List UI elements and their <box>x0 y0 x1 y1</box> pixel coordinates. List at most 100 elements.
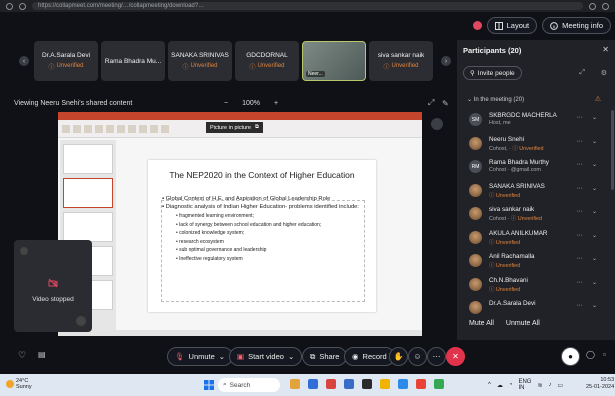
annotate-icon[interactable]: ✎ <box>442 99 449 108</box>
participant-row[interactable]: Dr.A.Sarala Devi ⋯ ⌄ <box>465 298 611 322</box>
participant-actions[interactable]: ⋯ ⌄ <box>576 279 601 286</box>
slide-thumb[interactable] <box>63 212 113 242</box>
zoom-out-button[interactable]: − <box>224 100 228 107</box>
unmute-label: Unmute <box>188 352 215 361</box>
more-icon: ⋯ <box>432 352 441 361</box>
participant-row[interactable]: AKULA ANILKUMAR ⓘ Unverified ⋯ ⌄ <box>465 228 611 252</box>
layout-button[interactable]: Layout <box>486 17 538 34</box>
caption-icon[interactable]: ▤ <box>38 350 46 359</box>
leave-meeting-button[interactable]: ✕ <box>446 347 465 366</box>
participant-row[interactable]: Anil Rachamalla ⓘ Unverified ⋯ ⌄ <box>465 251 611 275</box>
participant-tile[interactable]: Dr.A.Sarala Devi ⓘ Unverified <box>34 41 98 81</box>
reactions-icon[interactable] <box>20 247 28 255</box>
volume-icon[interactable]: ♪ <box>549 382 552 388</box>
warning-icon: ⚠ <box>594 96 601 103</box>
tiles-next-icon[interactable]: › <box>441 56 451 66</box>
participant-tile[interactable]: SANAKA SRINIVAS ⓘ Unverified <box>168 41 232 81</box>
meeting-info-button[interactable]: Meeting info <box>542 17 611 34</box>
zoom-in-button[interactable]: + <box>274 100 278 107</box>
header-controls: Layout Meeting info <box>472 17 611 34</box>
chat-icon[interactable]: ◯ <box>586 350 595 359</box>
participants-button[interactable]: ● <box>561 347 580 366</box>
participant-actions[interactable]: ⋯ ⌄ <box>576 232 601 239</box>
participant-subtitle: Cohost · @gmail.com <box>489 167 541 173</box>
participant-actions[interactable]: ⋯ ⌄ <box>576 138 601 145</box>
participant-actions[interactable]: ⋯ ⌄ <box>576 161 601 168</box>
weather-widget[interactable]: 24°C Sunny <box>16 378 32 390</box>
slide-thumb[interactable] <box>63 178 113 208</box>
emoji-button[interactable]: ☺ <box>408 347 427 366</box>
participant-scrollbar[interactable] <box>611 110 614 190</box>
invite-people-button[interactable]: ⚲ Invite people <box>463 66 522 80</box>
participant-actions[interactable]: ⋯ ⌄ <box>576 255 601 262</box>
picture-in-picture-button[interactable]: Picture in picture ⧉ <box>206 122 263 133</box>
app-icon[interactable] <box>326 379 336 389</box>
app-icon[interactable] <box>398 379 408 389</box>
app-icon[interactable] <box>344 379 354 389</box>
unmute-all-button[interactable]: Unmute All <box>506 320 540 327</box>
participant-tile[interactable]: GDCDORNAL ⓘ Unverified <box>235 41 299 81</box>
participant-row[interactable]: Ch.N.Bhavani ⓘ Unverified ⋯ ⌄ <box>465 275 611 299</box>
start-video-button[interactable]: ▣ Start video ⌄ <box>229 347 303 366</box>
address-bar[interactable]: https://collapmeet.com/meeting/…/collapm… <box>32 2 583 10</box>
mood-icon[interactable]: ♡ <box>18 350 26 361</box>
back-icon[interactable] <box>6 2 13 10</box>
app-icon[interactable] <box>434 379 444 389</box>
person-icon: ● <box>568 352 573 361</box>
onedrive-icon[interactable]: ◔ <box>509 382 513 388</box>
participant-row[interactable]: Neeru Snehi Cohost, · ⓘ Unverified ⋯ ⌄ <box>465 134 611 158</box>
app-icon[interactable] <box>290 379 300 389</box>
battery-icon[interactable]: ▭ <box>558 382 564 389</box>
share-button[interactable]: ⧉ Share <box>302 347 348 366</box>
self-view-avatar[interactable] <box>76 316 86 326</box>
extensions-icon[interactable] <box>589 2 596 10</box>
cloud-icon[interactable]: ☁ <box>497 382 503 389</box>
taskbar-clock[interactable]: 10:53 25-01-2024 <box>586 377 614 391</box>
participant-row[interactable]: SANAKA SRINIVAS ⓘ Unverified ⋯ ⌄ <box>465 181 611 205</box>
avatar <box>469 277 482 291</box>
participant-tile[interactable]: Rama Bhadra Mu... <box>101 41 165 81</box>
pen-tool-icon[interactable] <box>431 118 443 130</box>
reactions-button[interactable]: ✋ <box>389 347 408 366</box>
participant-row[interactable]: RM Rama Bhadra Murthy Cohost · @gmail.com ⋯… <box>465 157 611 181</box>
chevron-up-icon[interactable]: ^ <box>488 382 491 388</box>
avatar <box>469 183 482 197</box>
language-indicator[interactable]: ENG IN <box>518 379 531 391</box>
participant-row[interactable]: siva sankar naik Cohost · ⓘ Unverified ⋯ ⌄ <box>465 204 611 228</box>
unverified-badge: ⓘ Unverified <box>510 216 543 222</box>
app-icon[interactable] <box>380 379 390 389</box>
unmute-button[interactable]: 🎙︎ Unmute ⌄ <box>167 347 234 366</box>
app-icon[interactable] <box>362 379 372 389</box>
app-icon[interactable] <box>416 379 426 389</box>
zoom-controls: − 100% + <box>224 100 278 107</box>
mute-all-button[interactable]: Mute All <box>469 320 494 327</box>
apps-icon[interactable]: ▫ <box>603 350 606 359</box>
participant-actions[interactable]: ⋯ ⌄ <box>576 302 601 309</box>
participant-actions[interactable]: ⋯ ⌄ <box>576 114 601 121</box>
expand-icon[interactable]: ⤢ <box>579 69 585 77</box>
taskbar-search[interactable]: ⌕ Search <box>218 378 280 392</box>
wifi-icon[interactable]: ≋ <box>537 382 542 389</box>
search-icon: ⌕ <box>223 381 227 388</box>
participant-tile[interactable]: Neer... <box>302 41 366 81</box>
slide-thumb[interactable] <box>63 144 113 174</box>
in-meeting-section[interactable]: ⌄ In the meeting (20) <box>467 96 524 103</box>
record-button[interactable]: ◉ Record <box>344 347 395 366</box>
windows-start-icon[interactable] <box>204 380 214 390</box>
settings-icon[interactable]: ⚙ <box>601 69 607 77</box>
app-icon[interactable] <box>308 379 318 389</box>
more-button[interactable]: ⋯ <box>427 347 446 366</box>
participant-tile[interactable]: siva sankar naik ⓘ Unverified <box>369 41 433 81</box>
reload-icon[interactable] <box>19 2 26 10</box>
tile-name: Neer... <box>306 71 325 77</box>
participant-actions[interactable]: ⋯ ⌄ <box>576 185 601 192</box>
record-icon: ◉ <box>352 352 359 361</box>
tiles-prev-icon[interactable]: ‹ <box>19 56 29 66</box>
browser-toolbar: https://collapmeet.com/meeting/…/collapm… <box>0 0 615 12</box>
close-panel-icon[interactable]: ✕ <box>602 45 609 54</box>
profile-icon[interactable] <box>602 2 609 10</box>
participant-actions[interactable]: ⋯ ⌄ <box>576 208 601 215</box>
fullscreen-icon[interactable]: ⤢ <box>428 98 434 108</box>
participant-row[interactable]: SM SKBRGDC MACHERLA Host, me ⋯ ⌄ <box>465 110 611 134</box>
avatar <box>469 136 482 150</box>
